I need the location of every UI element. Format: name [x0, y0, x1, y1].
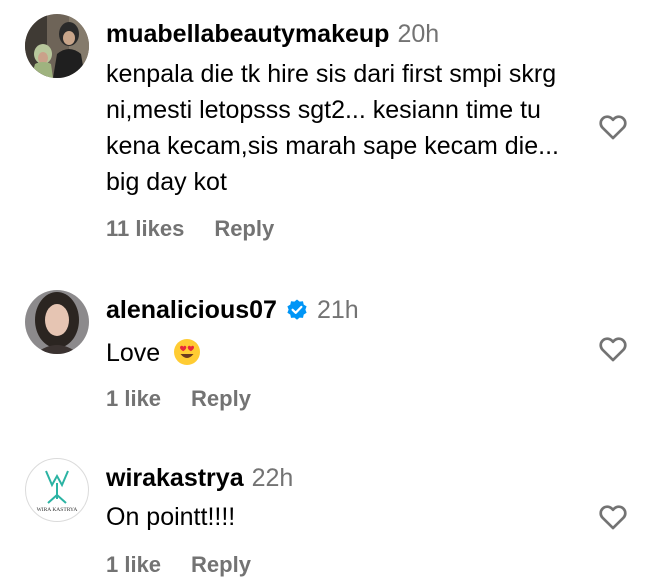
- comment-text: Love: [106, 335, 586, 376]
- brand-logo: WIRA KASTRYA: [37, 470, 78, 513]
- heart-eyes-emoji-icon: [173, 338, 201, 376]
- likes-count[interactable]: 1 like: [106, 552, 161, 577]
- comment-item: muabellabeautymakeup 20h kenpala die tk h…: [0, 0, 662, 260]
- brand-logo-text: WIRA KASTRYA: [37, 507, 78, 513]
- like-heart-icon[interactable]: [596, 109, 630, 143]
- comment-item: WIRA KASTRYA wirakastrya 22h On pointt!!!…: [0, 458, 662, 586]
- comment-text: kenpala die tk hire sis dari first smpi …: [106, 60, 559, 196]
- reply-button[interactable]: Reply: [191, 552, 251, 577]
- verified-badge-icon: [285, 297, 309, 331]
- username[interactable]: alenalicious07: [106, 296, 277, 324]
- avatar-photo: [25, 14, 89, 78]
- timestamp[interactable]: 20h: [397, 20, 439, 48]
- username[interactable]: wirakastrya: [106, 464, 244, 492]
- avatar-photo: [25, 290, 89, 354]
- reply-button[interactable]: Reply: [214, 216, 274, 241]
- timestamp[interactable]: 21h: [317, 296, 359, 324]
- avatar[interactable]: [25, 14, 89, 78]
- avatar[interactable]: [25, 290, 89, 354]
- comment-meta: 1 like Reply: [106, 386, 281, 412]
- likes-count[interactable]: 1 like: [106, 386, 161, 411]
- comment-meta: 11 likes Reply: [106, 216, 304, 242]
- likes-count[interactable]: 11 likes: [106, 216, 184, 241]
- avatar[interactable]: WIRA KASTRYA: [25, 458, 89, 522]
- comment-text-value: Love: [106, 339, 161, 367]
- reply-button[interactable]: Reply: [191, 386, 251, 411]
- comment-item: alenalicious07 21h Love 1 like Reply: [0, 290, 662, 420]
- comment-meta: 1 like Reply: [106, 552, 281, 578]
- comment-text: On pointt!!!!: [106, 503, 236, 531]
- like-heart-icon[interactable]: [596, 331, 630, 365]
- timestamp[interactable]: 22h: [252, 464, 294, 492]
- username[interactable]: muabellabeautymakeup: [106, 20, 389, 48]
- like-heart-icon[interactable]: [596, 499, 630, 533]
